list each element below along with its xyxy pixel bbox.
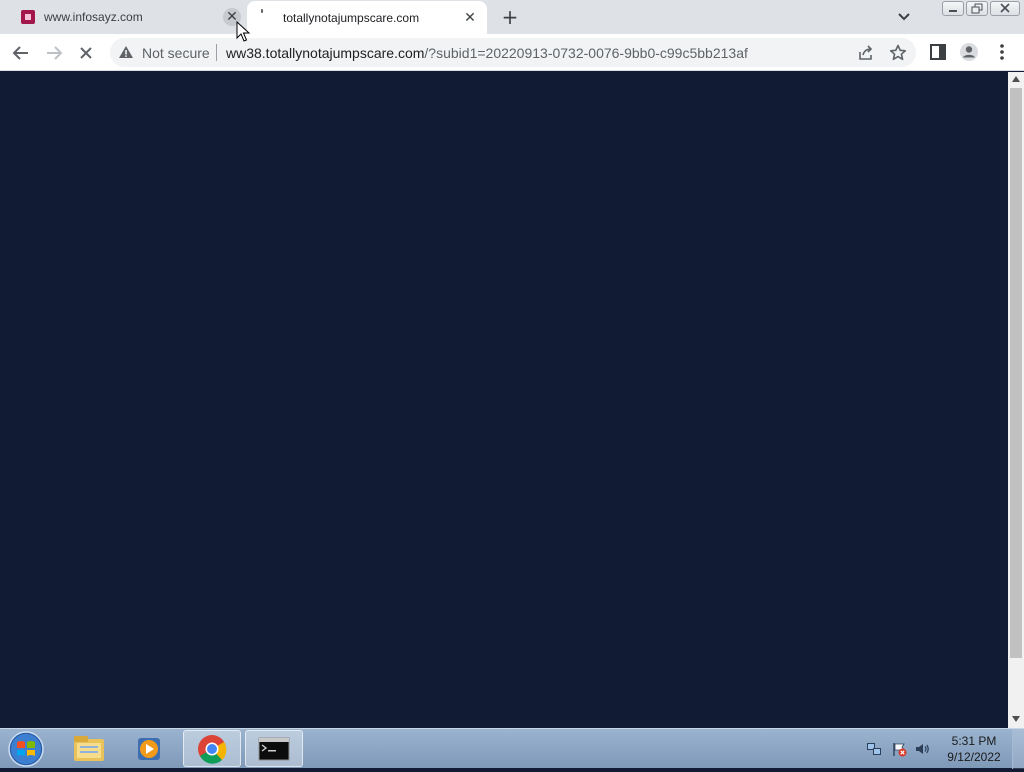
tab-infosayz[interactable]: www.infosayz.com ✕ xyxy=(10,0,246,34)
back-arrow-icon[interactable] xyxy=(8,40,34,66)
mouse-pointer-icon xyxy=(236,21,250,42)
taskbar-command-prompt[interactable] xyxy=(245,730,303,767)
windows-explorer-icon xyxy=(74,736,104,761)
restore-button[interactable] xyxy=(966,1,988,16)
minimize-icon xyxy=(949,10,957,12)
bookmark-star-icon[interactable] xyxy=(888,43,908,63)
tab-title: totallynotajumpscare.com xyxy=(283,11,420,25)
tab-search-chevron-icon[interactable] xyxy=(894,9,914,25)
clock-date: 9/12/2022 xyxy=(947,750,1001,764)
system-clock[interactable]: 5:31 PM 9/12/2022 xyxy=(940,733,1008,765)
more-menu-icon[interactable] xyxy=(991,41,1013,63)
taskbar-media-player[interactable] xyxy=(121,730,179,767)
forward-arrow-icon[interactable] xyxy=(41,40,67,66)
vertical-scrollbar[interactable] xyxy=(1008,72,1024,728)
tab-title: www.infosayz.com xyxy=(44,10,143,24)
page-content[interactable] xyxy=(0,72,1008,728)
stop-loading-icon[interactable] xyxy=(73,40,99,66)
window-close-button[interactable] xyxy=(990,1,1020,16)
security-status-label[interactable]: Not secure xyxy=(142,45,210,61)
scroll-down-arrow-icon[interactable] xyxy=(1012,716,1020,722)
loading-favicon-icon xyxy=(261,9,263,13)
windows-taskbar: 5:31 PM 9/12/2022 xyxy=(0,728,1024,769)
network-icon[interactable] xyxy=(866,741,882,757)
url-path: /?subid1=20220913-0732-0076-9bb0-c99c5bb… xyxy=(424,45,748,61)
start-button-windows-logo-icon[interactable] xyxy=(6,730,46,768)
taskbar-explorer[interactable] xyxy=(60,730,118,767)
minimize-button[interactable] xyxy=(942,1,964,16)
side-panel-icon[interactable] xyxy=(927,41,949,63)
scrollbar-thumb[interactable] xyxy=(1010,88,1022,658)
window-controls xyxy=(942,1,1020,16)
chrome-icon xyxy=(198,735,227,764)
divider xyxy=(216,44,217,61)
profile-avatar-icon[interactable] xyxy=(958,41,980,63)
action-center-flag-icon[interactable] xyxy=(891,741,907,757)
url-host: ww38.totallynotajumpscare.com xyxy=(226,45,425,61)
browser-toolbar: Not secure ww38.totallynotajumpscare.com… xyxy=(0,34,1024,71)
address-bar[interactable]: Not secure ww38.totallynotajumpscare.com… xyxy=(110,38,916,67)
close-icon xyxy=(1000,3,1010,13)
tab-strip: www.infosayz.com ✕ totallynotajumpscare.… xyxy=(0,0,1024,34)
tab-close-button[interactable]: ✕ xyxy=(461,9,479,27)
new-tab-button[interactable]: + xyxy=(498,5,522,29)
share-icon[interactable] xyxy=(856,43,876,63)
infosayz-favicon-icon xyxy=(21,10,35,24)
restore-icon xyxy=(971,3,983,14)
media-player-icon xyxy=(138,738,160,760)
scroll-up-arrow-icon[interactable] xyxy=(1012,76,1020,82)
volume-speaker-icon[interactable] xyxy=(914,741,930,757)
show-desktop-button[interactable] xyxy=(1012,729,1024,769)
command-prompt-icon xyxy=(258,737,290,761)
clock-time: 5:31 PM xyxy=(951,734,997,748)
taskbar-chrome[interactable] xyxy=(183,730,241,767)
url-text[interactable]: ww38.totallynotajumpscare.com/?subid1=20… xyxy=(226,45,748,61)
tab-totallynotajumpscare[interactable]: totallynotajumpscare.com ✕ xyxy=(247,1,487,34)
warning-icon[interactable] xyxy=(118,45,134,59)
